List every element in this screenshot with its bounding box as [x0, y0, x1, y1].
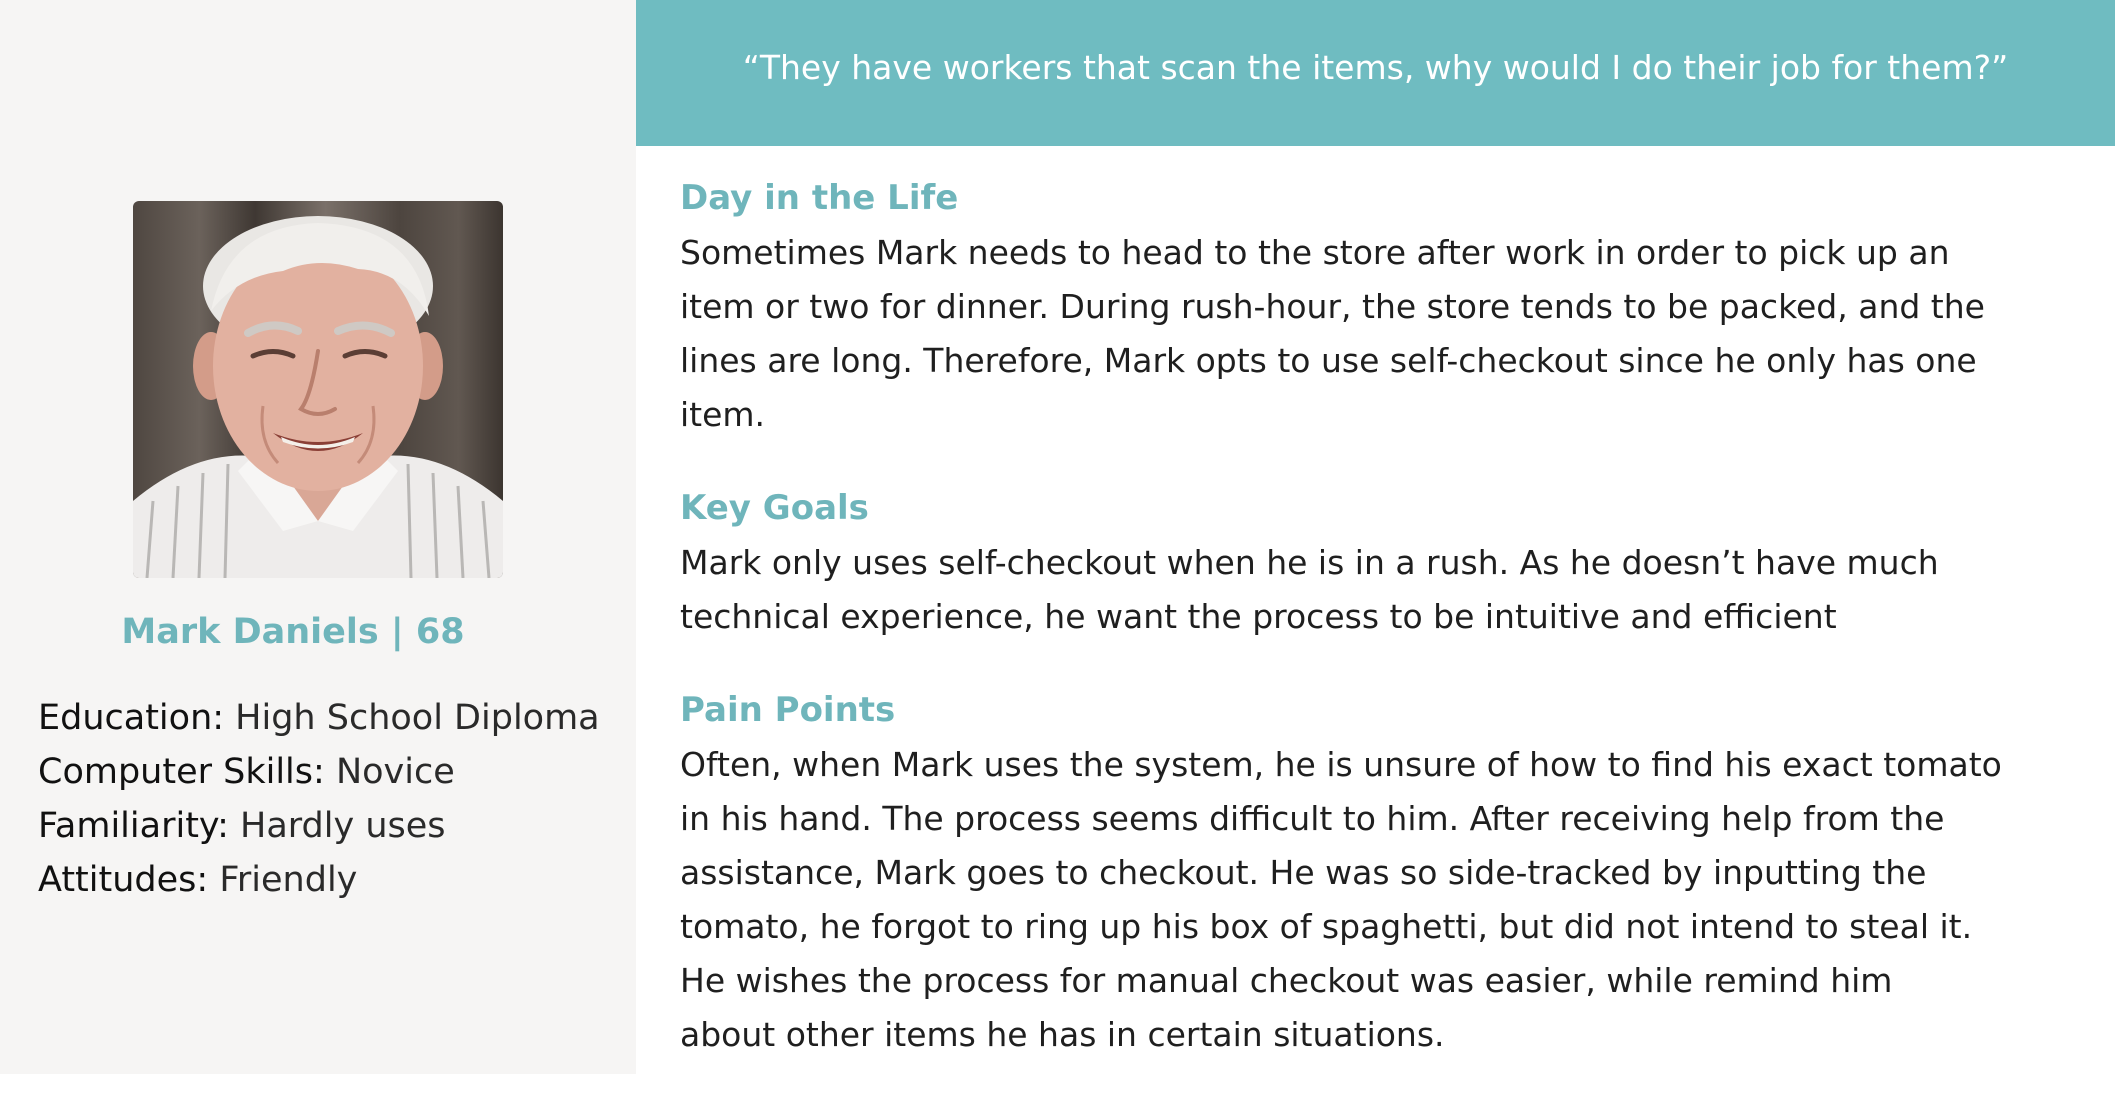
persona-name: Mark Daniels | 68: [121, 612, 465, 652]
text-line: lines are long. Therefore, Mark opts to …: [680, 341, 1977, 380]
section-pain-points: Pain Points Often, when Mark uses the sy…: [680, 682, 2080, 1062]
detail-attitudes: Attitudes: Friendly: [38, 853, 628, 907]
persona-details: Education: High School Diploma Computer …: [38, 691, 628, 907]
text-line: He wishes the process for manual checkou…: [680, 961, 1893, 1000]
detail-value: Friendly: [208, 860, 358, 900]
text-line: item or two for dinner. During rush-hour…: [680, 287, 1985, 326]
section-body: Mark only uses self-checkout when he is …: [680, 536, 2080, 644]
quote-banner: “They have workers that scan the items, …: [636, 0, 2115, 146]
persona-panel: Mark Daniels | 68 Education: High School…: [0, 0, 636, 1074]
detail-education: Education: High School Diploma: [38, 691, 628, 745]
section-key-goals: Key Goals Mark only uses self-checkout w…: [680, 480, 2080, 644]
text-line: assistance, Mark goes to checkout. He wa…: [680, 853, 1927, 892]
text-line: technical experience, he want the proces…: [680, 597, 1837, 636]
detail-value: High School Diploma: [224, 698, 600, 738]
text-line: Often, when Mark uses the system, he is …: [680, 745, 2002, 784]
detail-value: Novice: [324, 752, 455, 792]
text-line: item.: [680, 395, 766, 434]
persona-quote: “They have workers that scan the items, …: [742, 48, 2009, 87]
detail-label: Attitudes:: [38, 860, 209, 900]
text-line: tomato, he forgot to ring up his box of …: [680, 907, 1973, 946]
section-heading: Pain Points: [680, 690, 896, 730]
persona-photo-illustration: [133, 216, 503, 578]
text-line: Sometimes Mark needs to head to the stor…: [680, 233, 1950, 272]
section-day-in-the-life: Day in the Life Sometimes Mark needs to …: [680, 170, 2080, 442]
detail-value: Hardly uses: [228, 806, 446, 846]
section-body: Sometimes Mark needs to head to the stor…: [680, 226, 2080, 442]
detail-computer-skills: Computer Skills: Novice: [38, 745, 628, 799]
detail-label: Familiarity:: [38, 806, 229, 846]
section-heading: Day in the Life: [680, 178, 959, 218]
persona-photo: [133, 201, 503, 578]
detail-label: Computer Skills:: [38, 752, 325, 792]
section-heading: Key Goals: [680, 488, 869, 528]
section-body: Often, when Mark uses the system, he is …: [680, 738, 2080, 1062]
detail-familiarity: Familiarity: Hardly uses: [38, 799, 628, 853]
text-line: about other items he has in certain situ…: [680, 1015, 1445, 1054]
text-line: Mark only uses self-checkout when he is …: [680, 543, 1939, 582]
text-line: in his hand. The process seems difficult…: [680, 799, 1945, 838]
persona-content: Day in the Life Sometimes Mark needs to …: [680, 170, 2080, 1100]
detail-label: Education:: [38, 698, 225, 738]
